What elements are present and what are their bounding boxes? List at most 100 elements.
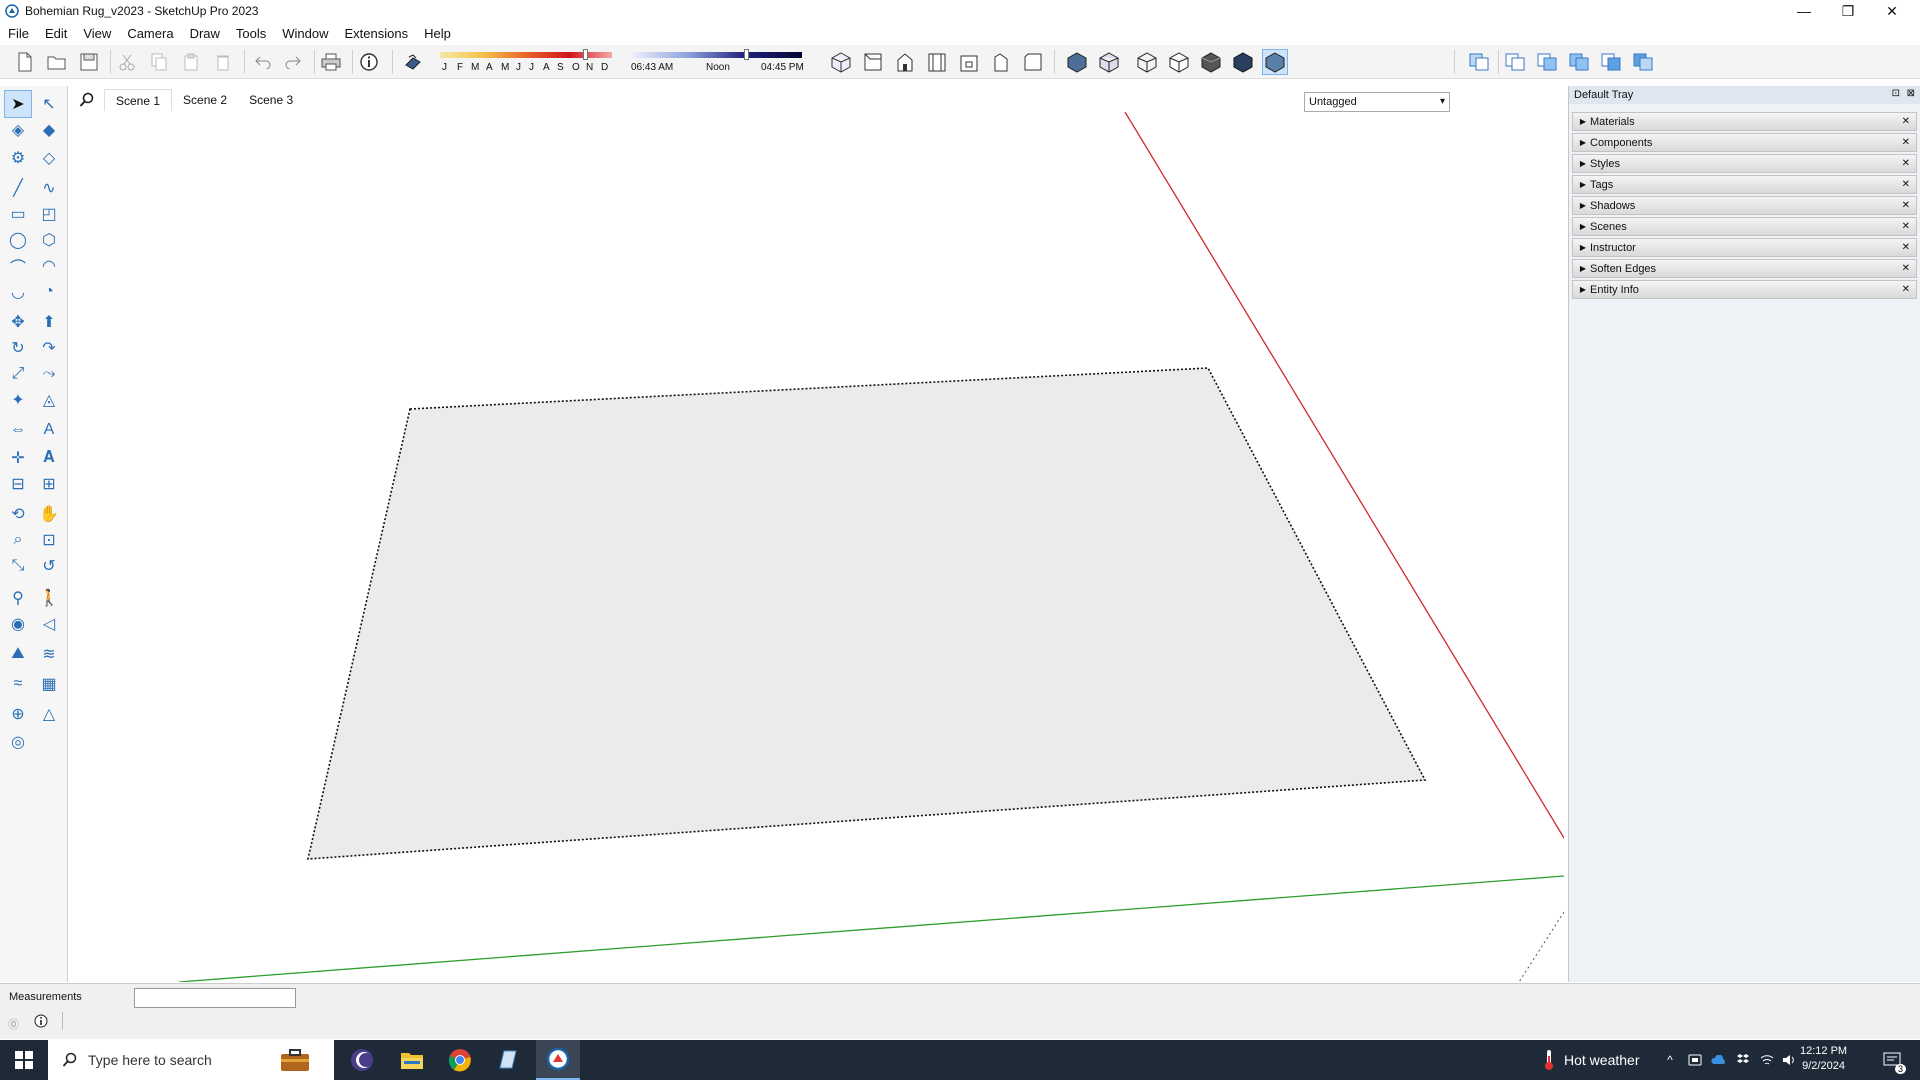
redo-icon[interactable] [280, 49, 306, 75]
3d-text-icon[interactable]: 𝐀 [35, 444, 63, 472]
shadow-time-slider[interactable]: 06:43 AM Noon 04:45 PM [630, 49, 805, 77]
print-icon[interactable] [318, 49, 344, 75]
rotate-icon[interactable]: ↻ [4, 334, 32, 362]
arc-icon[interactable]: ⌒ [4, 252, 32, 280]
shaded-textures-icon[interactable] [1230, 49, 1256, 75]
tray-panel-instructor[interactable]: ▶ Instructor ✕ [1572, 238, 1917, 257]
eclipse-app-icon[interactable] [340, 1040, 384, 1080]
instructor-info-icon[interactable] [34, 1014, 48, 1031]
close-panel-icon[interactable]: ✕ [1902, 158, 1910, 169]
polygon-icon[interactable]: ⬡ [35, 226, 63, 254]
tray-panel-materials[interactable]: ▶ Materials ✕ [1572, 112, 1917, 131]
flip-edge-icon[interactable]: △ [35, 700, 63, 728]
stamp-icon[interactable]: ▦ [35, 670, 63, 698]
menu-tools[interactable]: Tools [228, 26, 274, 41]
tab-scene-3[interactable]: Scene 3 [238, 89, 304, 111]
orbit-icon[interactable]: ⟲ [4, 500, 32, 528]
menu-edit[interactable]: Edit [37, 26, 75, 41]
lasso-select-icon[interactable]: ↖ [35, 90, 63, 118]
rotated-rectangle-icon[interactable]: ◰ [35, 200, 63, 228]
tab-scene-2[interactable]: Scene 2 [172, 89, 238, 111]
tray-panel-entity-info[interactable]: ▶ Entity Info ✕ [1572, 280, 1917, 299]
undo-icon[interactable] [250, 49, 276, 75]
date-slider-thumb[interactable] [583, 49, 588, 60]
close-icon[interactable]: ⊠ [1907, 88, 1915, 99]
pin-icon[interactable]: ⊡ [1892, 88, 1900, 99]
taskbar-search-input[interactable]: Type here to search [48, 1040, 334, 1080]
pan-icon[interactable]: ✋ [35, 500, 63, 528]
drawing-viewport[interactable] [69, 112, 1564, 982]
previous-view-icon[interactable]: ↺ [35, 552, 63, 580]
file-explorer-icon[interactable] [390, 1040, 434, 1080]
rug-rectangle-face[interactable] [306, 367, 1427, 860]
select-icon[interactable]: ➤ [4, 90, 32, 118]
iso-view-icon[interactable] [828, 49, 854, 75]
onedrive-icon[interactable] [1708, 1040, 1730, 1080]
push-pull-icon[interactable]: ⬆ [35, 308, 63, 336]
hidden-line-icon[interactable] [1166, 49, 1192, 75]
notifications-icon[interactable]: 3 [1872, 1040, 1912, 1080]
menu-extensions[interactable]: Extensions [337, 26, 417, 41]
time-slider-thumb[interactable] [744, 49, 749, 60]
two-point-arc-icon[interactable]: ◠ [35, 252, 63, 280]
scale-icon[interactable]: ⤢ [4, 360, 32, 388]
monochrome-icon[interactable] [1262, 49, 1288, 75]
sketchup-taskbar-icon[interactable] [536, 1040, 580, 1080]
look-around-icon[interactable]: ◉ [4, 610, 32, 638]
paste-icon[interactable] [178, 49, 204, 75]
three-point-arc-icon[interactable]: ◡ [4, 278, 32, 306]
weather-widget[interactable]: Hot weather [1542, 1040, 1639, 1080]
search-icon[interactable] [70, 89, 104, 111]
back-edges-icon[interactable] [1096, 49, 1122, 75]
shaded-icon[interactable] [1198, 49, 1224, 75]
position-camera-icon[interactable]: ⚲ [4, 584, 32, 612]
rectangle-icon[interactable]: ▭ [4, 200, 32, 228]
section-display-icon[interactable]: ⊞ [35, 470, 63, 498]
close-panel-icon[interactable]: ✕ [1902, 179, 1910, 190]
minimize-button[interactable]: — [1782, 0, 1826, 22]
zoom-window-icon[interactable]: ⊡ [35, 526, 63, 554]
union-icon[interactable] [1566, 49, 1592, 75]
close-button[interactable]: ✕ [1870, 0, 1914, 22]
volume-icon[interactable] [1778, 1040, 1800, 1080]
close-panel-icon[interactable]: ✕ [1902, 221, 1910, 232]
pie-icon[interactable]: ◔ [35, 278, 63, 306]
tape-measure-icon[interactable]: ✦ [4, 386, 32, 414]
menu-window[interactable]: Window [274, 26, 336, 41]
shadows-toggle-icon[interactable] [400, 49, 426, 75]
paint-bucket-icon[interactable]: ◈ [4, 116, 32, 144]
menu-camera[interactable]: Camera [119, 26, 181, 41]
close-panel-icon[interactable]: ✕ [1902, 242, 1910, 253]
tag-tool-icon[interactable]: ⚙ [4, 144, 32, 172]
tray-panel-scenes[interactable]: ▶ Scenes ✕ [1572, 217, 1917, 236]
model-info-icon[interactable] [356, 49, 382, 75]
front-view-icon[interactable] [892, 49, 918, 75]
copy-icon[interactable] [146, 49, 172, 75]
delete-icon[interactable] [210, 49, 236, 75]
position-camera-2-icon[interactable]: ◁ [35, 610, 63, 638]
tray-panel-tags[interactable]: ▶ Tags ✕ [1572, 175, 1917, 194]
taskbar-clock[interactable]: 12:12 PM 9/2/2024 [1800, 1044, 1847, 1074]
dimension-icon[interactable]: ⇔ [4, 416, 32, 444]
zoom-extents-icon[interactable]: ⤡ [4, 552, 32, 580]
top-view-icon[interactable] [860, 49, 886, 75]
save-icon[interactable] [76, 49, 102, 75]
freehand-icon[interactable]: ∿ [35, 174, 63, 202]
sandbox-from-contours-icon[interactable]: ⛰ [4, 640, 32, 668]
cut-icon[interactable] [114, 49, 140, 75]
open-folder-icon[interactable] [44, 49, 70, 75]
outer-shell-icon[interactable] [1502, 49, 1528, 75]
erase-all-icon[interactable]: ◇ [35, 144, 63, 172]
zoom-icon[interactable]: ⌕ [4, 526, 32, 554]
shadow-date-slider[interactable]: J F M A M J J A S O N D [440, 49, 615, 77]
restore-button[interactable]: ❐ [1826, 0, 1870, 22]
tag-dropdown[interactable]: Untagged ▾ [1304, 92, 1450, 112]
meet-icon[interactable] [1684, 1040, 1706, 1080]
subtract-icon[interactable] [1598, 49, 1624, 75]
show-hidden-icons[interactable]: ^ [1660, 1040, 1680, 1080]
menu-help[interactable]: Help [416, 26, 459, 41]
back-view-icon[interactable] [956, 49, 982, 75]
menu-view[interactable]: View [75, 26, 119, 41]
xray-icon[interactable] [1064, 49, 1090, 75]
menu-file[interactable]: File [0, 26, 37, 41]
